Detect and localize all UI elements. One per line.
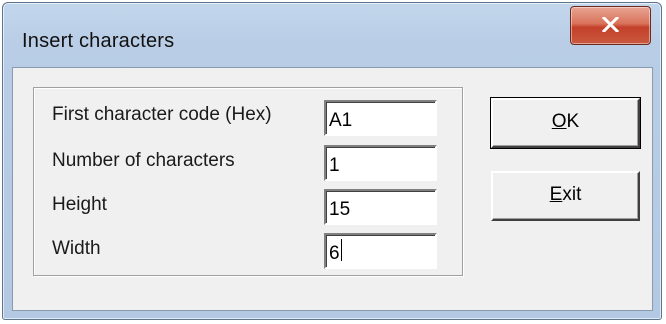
first-character-code-label: First character code (Hex) [52, 104, 272, 125]
dialog-body: First character code (Hex) Number of cha… [12, 67, 653, 311]
ok-button-label-rest: K [566, 111, 580, 132]
width-label: Width [52, 238, 101, 259]
exit-button[interactable]: Exit [491, 171, 640, 221]
ok-button-mnemonic: O [551, 111, 567, 132]
dialog-window: Insert characters First character code (… [2, 2, 662, 320]
character-settings-group: First character code (Hex) Number of cha… [33, 87, 463, 276]
close-icon [602, 17, 619, 32]
ok-button[interactable]: OK [490, 97, 641, 149]
title-bar[interactable]: Insert characters [3, 3, 661, 67]
height-label: Height [52, 194, 107, 215]
height-input[interactable] [324, 189, 437, 225]
exit-button-label-rest: xit [562, 184, 582, 205]
close-button[interactable] [570, 6, 651, 45]
window-title: Insert characters [22, 30, 175, 52]
number-of-characters-input[interactable] [324, 145, 437, 181]
text-caret [341, 239, 342, 261]
first-character-code-input[interactable] [324, 100, 437, 136]
number-of-characters-label: Number of characters [52, 150, 235, 171]
exit-button-mnemonic: E [549, 184, 563, 205]
